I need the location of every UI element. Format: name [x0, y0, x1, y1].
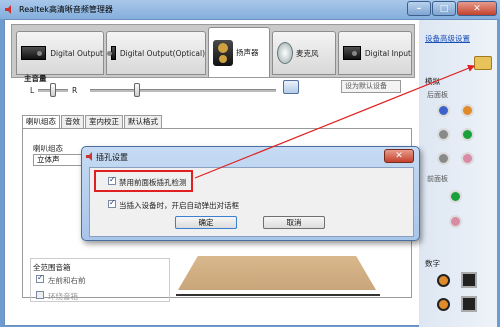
close-button[interactable]: ✕	[457, 1, 497, 16]
jack-blue-icon[interactable]	[437, 104, 450, 117]
surround-label: 环绕音箱	[48, 292, 78, 301]
speaker-icon	[213, 39, 233, 66]
jack-gray-icon[interactable]	[437, 128, 450, 141]
speaker-config-label: 喇叭组态	[33, 144, 63, 153]
front-lr-checkbox[interactable]	[36, 273, 44, 283]
jack-front-green-icon[interactable]	[449, 190, 462, 203]
digital-input-icon	[343, 46, 361, 60]
tab-digital-output-optical[interactable]: Digital Output(Optical)	[106, 31, 206, 75]
jack-orange-icon[interactable]	[461, 104, 474, 117]
front-lr-label: 左前和右前	[48, 276, 86, 285]
optical-output-icon	[106, 46, 116, 60]
fullrange-title: 全范围音箱	[33, 263, 71, 272]
auto-popup-label: 当插入设备时，开启自动弹出对话框	[119, 201, 239, 210]
optical-port2-icon[interactable]	[461, 296, 477, 312]
jack-front-pink-icon[interactable]	[449, 215, 462, 228]
speaker-app-icon	[5, 5, 11, 14]
tab-speaker-config[interactable]: 喇叭组态	[22, 115, 60, 128]
highlight-box	[94, 170, 193, 192]
mute-speaker-icon[interactable]	[283, 80, 299, 94]
minimize-button[interactable]: –	[407, 1, 431, 16]
jack-settings-dialog: 插孔设置 ✕	[81, 146, 420, 241]
optical-port-icon[interactable]	[461, 272, 477, 288]
digital-label: 数字	[425, 259, 440, 268]
jack-coax2-icon[interactable]	[437, 298, 450, 311]
tab-default-format[interactable]: 默认格式	[124, 115, 162, 128]
room-floor-illustration	[178, 256, 376, 290]
front-panel-label: 前面板	[427, 175, 448, 183]
volume-knob[interactable]	[134, 83, 140, 97]
cancel-button[interactable]: 取消	[263, 216, 325, 229]
tab-sound-effects[interactable]: 音效	[61, 115, 84, 128]
right-panel: 设备高级设置 模拟 后面板 前面板 数字	[419, 20, 497, 327]
title-bar: Realtek高清晰音频管理器 – □ ✕	[0, 0, 500, 19]
microphone-icon	[277, 42, 293, 64]
window-title: Realtek高清晰音频管理器	[19, 5, 113, 14]
dialog-close-button[interactable]: ✕	[384, 149, 414, 163]
inner-tab-bar: 喇叭组态 音效 室内校正 默认格式	[22, 115, 163, 128]
tab-microphone[interactable]: 麦克风	[272, 31, 336, 75]
back-panel-label: 后面板	[427, 91, 448, 99]
jack-coax-icon[interactable]	[437, 274, 450, 287]
auto-popup-checkbox[interactable]	[108, 198, 116, 208]
tab-speakers[interactable]: 扬声器	[208, 27, 270, 77]
tab-digital-output[interactable]: Digital Output	[16, 31, 104, 75]
volume-slider[interactable]	[90, 89, 276, 92]
jack-pink-icon[interactable]	[461, 152, 474, 165]
dialog-title: 插孔设置	[96, 153, 128, 162]
ok-button[interactable]: 确定	[175, 216, 237, 229]
jack-green-icon[interactable]	[461, 128, 474, 141]
default-device-combo[interactable]: 设为默认设备	[341, 80, 401, 93]
tab-room-correction[interactable]: 室内校正	[85, 115, 123, 128]
device-tab-bar: Digital Output Digital Output(Optical) 扬…	[11, 24, 415, 78]
analog-label: 模拟	[425, 77, 440, 86]
maximize-button[interactable]: □	[432, 1, 456, 16]
advanced-settings-link[interactable]: 设备高级设置	[425, 33, 470, 44]
volume-label: 主音量	[24, 74, 47, 83]
folder-settings-icon[interactable]	[474, 56, 492, 70]
balance-left-label: L	[30, 86, 35, 95]
dialog-speaker-icon	[86, 152, 92, 161]
floor-line	[176, 294, 380, 296]
jack-gray2-icon[interactable]	[437, 152, 450, 165]
balance-right-label: R	[72, 86, 78, 95]
balance-knob[interactable]	[50, 83, 56, 97]
digital-output-icon	[21, 46, 47, 60]
tab-digital-input[interactable]: Digital Input	[338, 31, 412, 75]
surround-checkbox[interactable]	[36, 291, 44, 299]
